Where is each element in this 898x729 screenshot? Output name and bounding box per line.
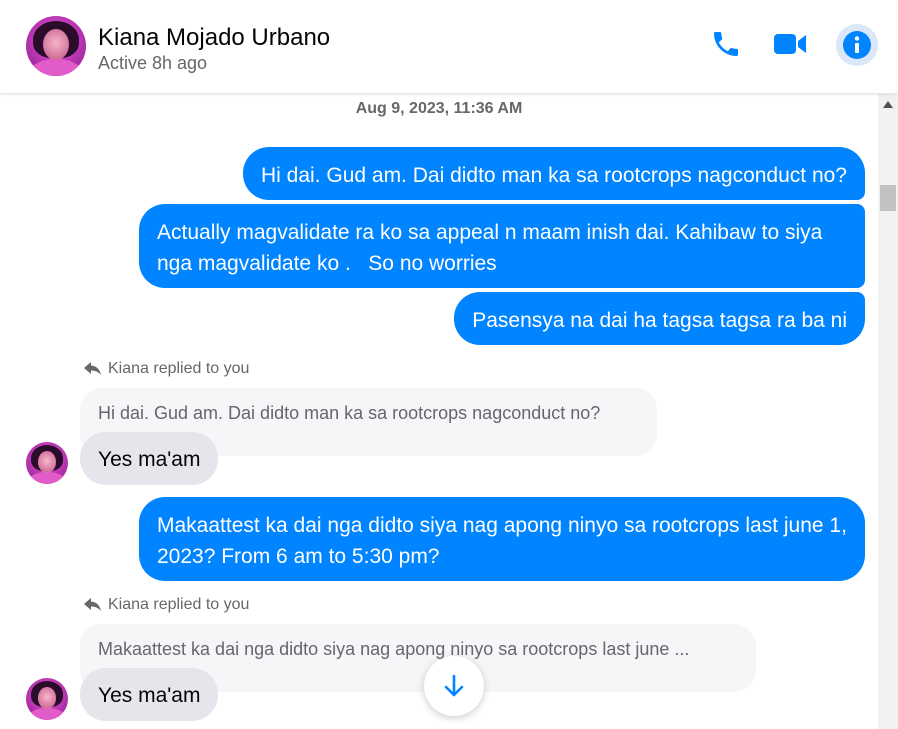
outgoing-message[interactable]: Hi dai. Gud am. Dai didto man ka sa root… [243, 147, 865, 200]
arrow-down-icon [444, 674, 464, 697]
scrollbar-thumb[interactable] [880, 185, 896, 211]
scroll-up-arrow-icon[interactable] [878, 97, 898, 111]
incoming-message[interactable]: Yes ma'am [80, 432, 219, 485]
reply-indicator-text: Kiana replied to you [108, 360, 250, 377]
reply-indicator: Kiana replied to you [84, 596, 249, 614]
incoming-message[interactable]: Yes ma'am [80, 668, 219, 721]
info-icon[interactable] [836, 24, 878, 66]
message-timestamp: Aug 9, 2023, 11:36 AM [355, 100, 523, 117]
outgoing-message[interactable]: Pasensya na dai ha tagsa tagsa ra ba ni [454, 292, 865, 345]
reply-arrow-icon [84, 598, 101, 611]
chat-header: Kiana Mojado Urbano Active 8h ago [0, 0, 896, 94]
contact-avatar-small[interactable] [26, 442, 68, 484]
contact-name[interactable]: Kiana Mojado Urbano [98, 24, 330, 52]
reply-indicator-text: Kiana replied to you [108, 596, 250, 613]
reply-arrow-icon [84, 362, 101, 375]
contact-avatar[interactable] [26, 16, 86, 76]
video-camera-icon[interactable] [772, 26, 808, 62]
contact-status: Active 8h ago [98, 53, 208, 73]
scrollbar[interactable] [878, 93, 898, 729]
phone-icon[interactable] [708, 26, 744, 62]
outgoing-message[interactable]: Makaattest ka dai nga didto siya nag apo… [139, 497, 865, 581]
scroll-to-bottom-button[interactable] [424, 656, 484, 716]
reply-indicator: Kiana replied to you [84, 360, 249, 378]
outgoing-message[interactable]: Actually magvalidate ra ko sa appeal n m… [139, 204, 865, 288]
contact-avatar-small[interactable] [26, 678, 68, 720]
